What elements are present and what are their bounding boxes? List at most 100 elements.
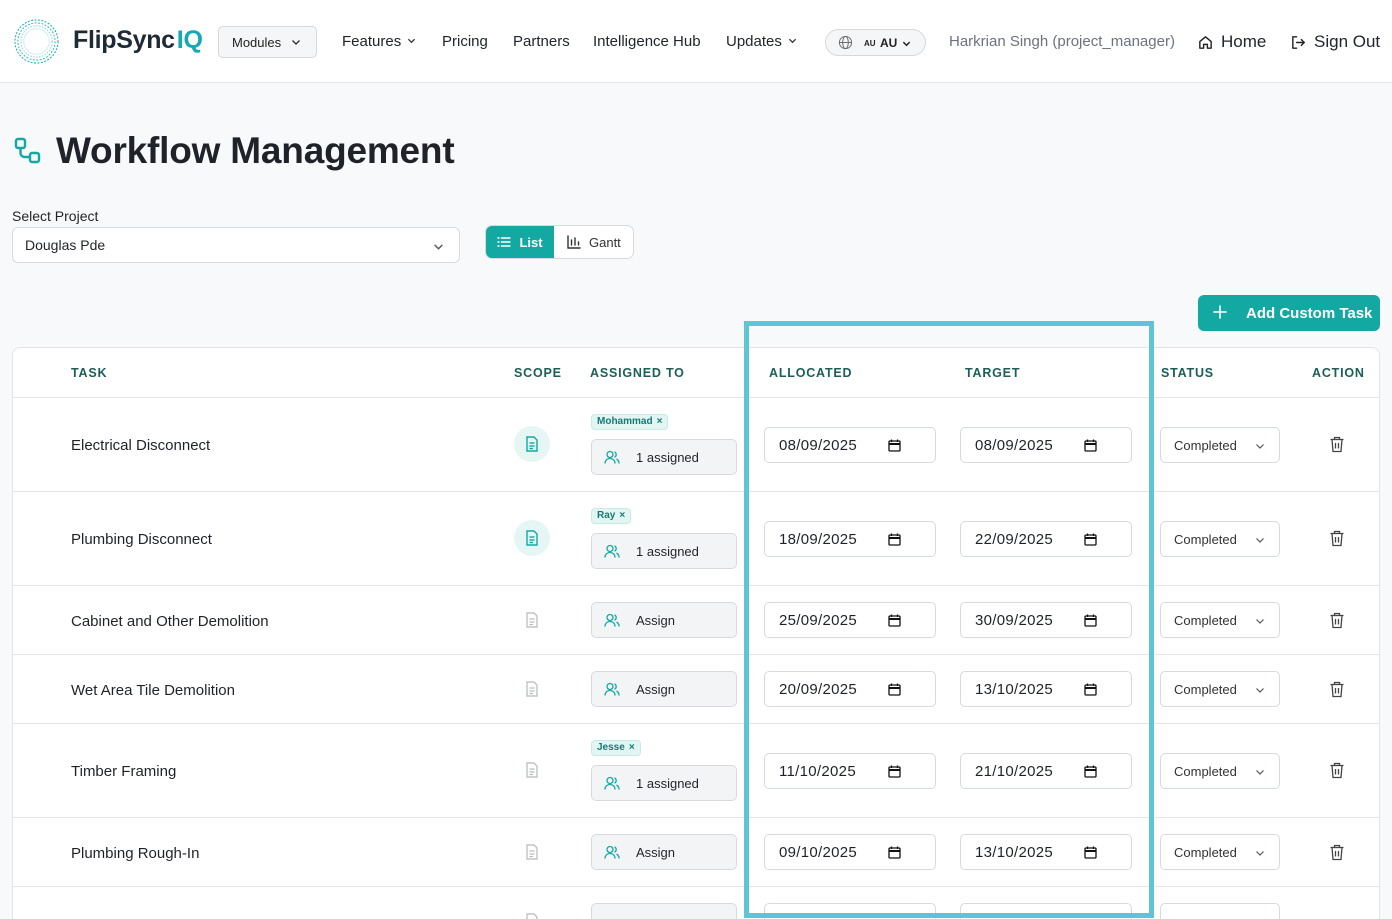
assignee-chip[interactable]: Ray × — [591, 508, 632, 524]
project-select[interactable]: Douglas Pde — [12, 227, 460, 263]
nav-features-label: Features — [342, 33, 402, 50]
assign-button[interactable]: Assign — [591, 602, 737, 638]
scope-document-button[interactable] — [514, 834, 550, 870]
trash-icon[interactable] — [1329, 530, 1345, 547]
table-row: Plumbing Rough-In Assign 09/10/2025 13/1… — [13, 818, 1379, 887]
add-custom-task-button[interactable]: Add Custom Task — [1198, 295, 1380, 331]
column-header-task[interactable]: TASK — [71, 366, 107, 380]
status-select[interactable]: Completed — [1160, 753, 1280, 789]
assign-button[interactable]: 1 assigned — [591, 533, 737, 569]
gantt-view-button[interactable]: Gantt — [554, 226, 633, 258]
status-select[interactable]: Completed — [1160, 602, 1280, 638]
trash-icon[interactable] — [1329, 762, 1345, 779]
target-date-input[interactable]: 21/10/2025 — [960, 753, 1132, 789]
scope-document-button[interactable] — [514, 671, 550, 707]
modules-dropdown[interactable]: Modules — [218, 26, 317, 58]
column-header-target[interactable]: TARGET — [965, 366, 1020, 380]
calendar-icon[interactable] — [1084, 765, 1097, 778]
target-date-input[interactable]: 22/09/2025 — [960, 521, 1132, 557]
allocated-date-input[interactable]: 08/09/2025 — [764, 427, 936, 463]
flipsync-logo-icon[interactable] — [13, 18, 60, 65]
target-date-value: 08/09/2025 — [975, 437, 1054, 454]
status-select[interactable]: Completed — [1160, 671, 1280, 707]
column-header-assigned-to[interactable]: ASSIGNED TO — [590, 366, 685, 380]
locale-selector[interactable]: AU AU — [825, 29, 926, 56]
task-name: Timber Framing — [71, 763, 177, 780]
target-date-input[interactable]: 13/10/2025 — [960, 671, 1132, 707]
status-select[interactable] — [1160, 903, 1280, 919]
nav-pricing[interactable]: Pricing — [442, 33, 488, 50]
document-icon — [526, 913, 538, 919]
calendar-icon[interactable] — [888, 614, 901, 627]
select-project-label: Select Project — [12, 208, 99, 224]
nav-updates[interactable]: Updates — [726, 33, 797, 50]
allocated-date-input[interactable]: 09/10/2025 — [764, 834, 936, 870]
allocated-date-input[interactable] — [764, 903, 936, 919]
task-name: Cabinet and Other Demolition — [71, 613, 269, 630]
brand-name[interactable]: FlipSyncIQ — [73, 26, 203, 55]
add-custom-task-label: Add Custom Task — [1246, 305, 1373, 322]
status-select[interactable]: Completed — [1160, 834, 1280, 870]
trash-icon[interactable] — [1329, 436, 1345, 453]
scope-document-button[interactable] — [514, 903, 550, 919]
remove-assignee-icon[interactable]: × — [629, 742, 635, 753]
locale-flag: AU — [864, 39, 876, 48]
home-link[interactable]: Home — [1197, 32, 1266, 52]
allocated-date-input[interactable]: 11/10/2025 — [764, 753, 936, 789]
column-header-scope[interactable]: SCOPE — [514, 366, 562, 380]
target-date-input[interactable] — [960, 903, 1132, 919]
target-date-input[interactable]: 08/09/2025 — [960, 427, 1132, 463]
nav-features[interactable]: Features — [342, 33, 416, 50]
status-select[interactable]: Completed — [1160, 521, 1280, 557]
scope-document-button[interactable] — [514, 602, 550, 638]
modules-label: Modules — [232, 34, 282, 50]
column-header-allocated[interactable]: ALLOCATED — [769, 366, 852, 380]
calendar-icon[interactable] — [888, 765, 901, 778]
users-icon — [604, 450, 620, 464]
calendar-icon[interactable] — [1084, 533, 1097, 546]
list-icon — [497, 237, 512, 247]
users-icon — [604, 682, 620, 696]
calendar-icon[interactable] — [888, 439, 901, 452]
assign-button[interactable]: 1 assigned — [591, 765, 737, 801]
trash-icon[interactable] — [1329, 844, 1345, 861]
allocated-date-input[interactable]: 20/09/2025 — [764, 671, 936, 707]
calendar-icon[interactable] — [1084, 439, 1097, 452]
allocated-date-input[interactable]: 18/09/2025 — [764, 521, 936, 557]
sign-out-icon — [1292, 36, 1305, 49]
sign-out-link[interactable]: Sign Out — [1290, 32, 1380, 52]
assignee-chip-name: Mohammad — [597, 416, 653, 427]
calendar-icon[interactable] — [888, 533, 901, 546]
status-select[interactable]: Completed — [1160, 427, 1280, 463]
scope-document-button[interactable] — [514, 752, 550, 788]
trash-icon[interactable] — [1329, 681, 1345, 698]
column-header-action[interactable]: ACTION — [1312, 366, 1365, 380]
scope-document-button[interactable] — [514, 520, 550, 556]
calendar-icon[interactable] — [1084, 614, 1097, 627]
column-header-status[interactable]: STATUS — [1161, 366, 1214, 380]
remove-assignee-icon[interactable]: × — [619, 510, 625, 521]
project-select-value: Douglas Pde — [25, 237, 106, 253]
chevron-down-icon — [902, 41, 911, 47]
trash-icon[interactable] — [1329, 612, 1345, 629]
assign-button[interactable]: Assign — [591, 671, 737, 707]
nav-intelligence-hub[interactable]: Intelligence Hub — [593, 33, 701, 50]
calendar-icon[interactable] — [1084, 846, 1097, 859]
remove-assignee-icon[interactable]: × — [657, 416, 663, 427]
calendar-icon[interactable] — [1084, 683, 1097, 696]
nav-partners[interactable]: Partners — [513, 33, 570, 50]
assignee-chip[interactable]: Mohammad × — [591, 414, 669, 430]
scope-document-button[interactable] — [514, 426, 550, 462]
assign-button[interactable]: Assign — [591, 834, 737, 870]
assignee-chip[interactable]: Jesse × — [591, 740, 641, 756]
allocated-date-input[interactable]: 25/09/2025 — [764, 602, 936, 638]
target-date-input[interactable]: 13/10/2025 — [960, 834, 1132, 870]
calendar-icon[interactable] — [888, 846, 901, 859]
target-date-input[interactable]: 30/09/2025 — [960, 602, 1132, 638]
current-user-name: Harkrian Singh (project_manager) — [949, 33, 1175, 50]
target-date-value: 22/09/2025 — [975, 531, 1054, 548]
assign-button[interactable]: 1 assigned — [591, 439, 737, 475]
assign-button[interactable] — [591, 903, 737, 919]
list-view-button[interactable]: List — [486, 226, 554, 258]
calendar-icon[interactable] — [888, 683, 901, 696]
